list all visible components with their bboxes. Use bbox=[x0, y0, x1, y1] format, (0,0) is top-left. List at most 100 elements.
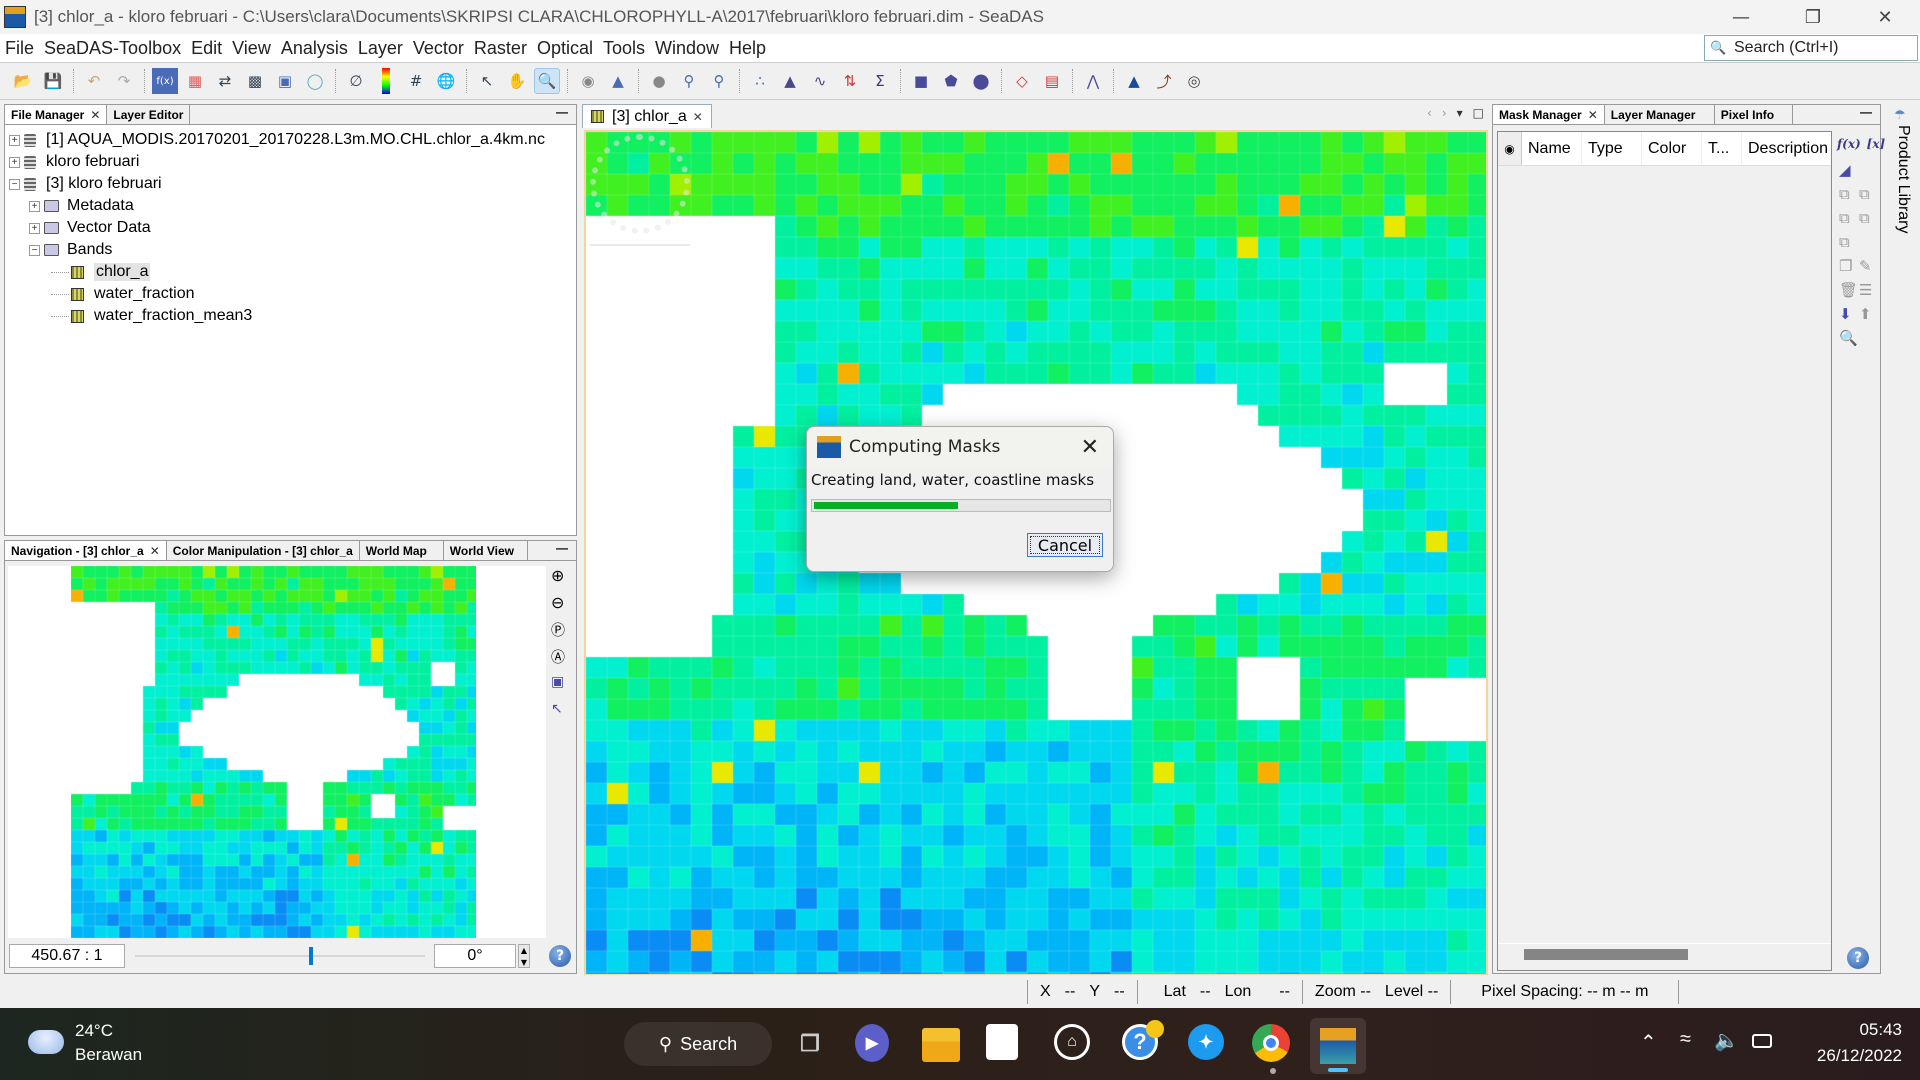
open-product-icon[interactable]: 📂 bbox=[10, 68, 36, 94]
coastline-icon[interactable]: ⤴ bbox=[1151, 68, 1177, 94]
menu-help[interactable]: Help bbox=[724, 38, 771, 59]
taskbar-search-button[interactable]: ⚲ Search bbox=[624, 1022, 772, 1066]
delete-mask-icon[interactable]: 🗑 bbox=[1839, 281, 1859, 299]
tab-chlor-a-view[interactable]: [3] chlor_a ✕ bbox=[582, 104, 712, 128]
batch-processing-icon[interactable]: ▤ bbox=[1039, 68, 1065, 94]
grid-icon[interactable]: # bbox=[403, 68, 429, 94]
seadas-taskbar-button[interactable] bbox=[1310, 1018, 1366, 1074]
undo-icon[interactable]: ↶ bbox=[81, 68, 107, 94]
battery-icon[interactable] bbox=[1752, 1034, 1772, 1048]
column-color[interactable]: Color bbox=[1642, 132, 1702, 165]
zoom-slider-thumb[interactable] bbox=[309, 947, 313, 965]
import-mask-icon[interactable]: ⬇ bbox=[1839, 305, 1859, 323]
menu-tools[interactable]: Tools bbox=[598, 38, 650, 59]
close-tab-icon[interactable]: ✕ bbox=[150, 544, 160, 558]
gcp-tool-icon[interactable]: ● bbox=[646, 68, 672, 94]
invert-mask-icon[interactable]: ⧉ bbox=[1839, 233, 1859, 251]
world-globe-icon[interactable]: 🌐 bbox=[433, 68, 459, 94]
app-shield-icon[interactable]: ⌂ bbox=[1054, 1024, 1090, 1060]
band-maths-icon[interactable]: f(x) bbox=[152, 68, 178, 94]
tab-navigation[interactable]: Navigation - [3] chlor_a ✕ bbox=[5, 541, 167, 560]
close-tab-icon[interactable]: ✕ bbox=[1588, 108, 1598, 122]
zoom-meetings-icon[interactable]: ▶ bbox=[855, 1024, 889, 1062]
scroll-right-icon[interactable]: › bbox=[1442, 106, 1447, 120]
navigation-compass-overlay[interactable] bbox=[590, 134, 690, 234]
graticule-icon[interactable]: ◯ bbox=[302, 68, 328, 94]
select-tool-icon[interactable]: ↖ bbox=[474, 68, 500, 94]
statistics-icon[interactable]: Σ bbox=[867, 68, 893, 94]
tree-item-band[interactable]: water_fraction bbox=[5, 283, 576, 305]
navigation-thumbnail[interactable] bbox=[71, 566, 476, 938]
magic-wand-icon[interactable]: ⚲ bbox=[706, 68, 732, 94]
tree-item-band[interactable]: chlor_a bbox=[5, 261, 576, 283]
clock-time[interactable]: 05:43 bbox=[1800, 1020, 1902, 1040]
navigation-overview[interactable] bbox=[8, 566, 546, 938]
tree-item-product[interactable]: + kloro februari bbox=[5, 151, 576, 173]
expand-icon[interactable]: + bbox=[29, 200, 40, 212]
subset-icon[interactable]: ▩ bbox=[242, 68, 268, 94]
zoom-in-icon[interactable]: ⊕ bbox=[551, 566, 575, 593]
correlative-plot-icon[interactable]: ⇅ bbox=[837, 68, 863, 94]
range-mask-button[interactable]: [x] bbox=[1867, 137, 1886, 151]
tab-layer-editor[interactable]: Layer Editor bbox=[107, 105, 191, 124]
expand-icon[interactable]: + bbox=[9, 156, 20, 168]
copy-mask-icon[interactable]: ❐ bbox=[1839, 257, 1859, 275]
transfer-mask-icon[interactable]: ☰ bbox=[1859, 281, 1879, 299]
windows-start-icon[interactable] bbox=[565, 1026, 601, 1062]
visibility-eye-icon[interactable]: ◉ bbox=[1498, 132, 1522, 165]
tab-mask-manager[interactable]: Mask Manager ✕ bbox=[1493, 105, 1605, 124]
menu-file[interactable]: File bbox=[0, 38, 39, 59]
zoom-slider-track[interactable] bbox=[135, 955, 425, 957]
menu-raster[interactable]: Raster bbox=[469, 38, 532, 59]
tree-item-vector-data[interactable]: + Vector Data bbox=[5, 217, 576, 239]
export-mask-icon[interactable]: ⬆ bbox=[1859, 305, 1879, 323]
zoom-all-icon[interactable]: Ⓐ bbox=[551, 647, 575, 674]
weather-desc[interactable]: Berawan bbox=[75, 1045, 142, 1065]
tab-pixel-info[interactable]: Pixel Info bbox=[1715, 105, 1793, 124]
zoom-scale-field[interactable]: 450.67 : 1 bbox=[9, 944, 125, 968]
volume-icon[interactable]: 🔈 bbox=[1714, 1028, 1739, 1053]
help-icon[interactable]: ? bbox=[549, 945, 571, 967]
scroll-left-icon[interactable]: ‹ bbox=[1427, 106, 1432, 120]
tab-layer-manager[interactable]: Layer Manager bbox=[1605, 105, 1715, 124]
color-legend-icon[interactable] bbox=[382, 68, 390, 94]
redo-icon[interactable]: ↷ bbox=[111, 68, 137, 94]
menu-analysis[interactable]: Analysis bbox=[276, 38, 353, 59]
spectrum-icon[interactable]: ⋀ bbox=[1080, 68, 1106, 94]
menu-view[interactable]: View bbox=[227, 38, 276, 59]
product-library-rail[interactable]: ☂ Product Library bbox=[1894, 108, 1918, 248]
close-window-button[interactable]: ✕ bbox=[1856, 0, 1914, 34]
graph-builder-icon[interactable]: ◇ bbox=[1009, 68, 1035, 94]
close-tab-icon[interactable]: ✕ bbox=[693, 110, 703, 124]
save-product-icon[interactable]: 💾 bbox=[40, 68, 66, 94]
cancel-button[interactable]: Cancel bbox=[1027, 533, 1103, 557]
tab-file-manager[interactable]: File Manager ✕ bbox=[5, 105, 108, 124]
pin-tool-icon[interactable]: ◉ bbox=[575, 68, 601, 94]
tab-world-map[interactable]: World Map bbox=[360, 541, 444, 560]
new-vector-mask-icon[interactable]: ◢ bbox=[1839, 161, 1859, 179]
column-type[interactable]: Type bbox=[1582, 132, 1642, 165]
task-view-icon[interactable]: ❐ bbox=[790, 1024, 830, 1064]
no-data-icon[interactable]: ∅ bbox=[343, 68, 369, 94]
sync-cursor-icon[interactable]: ↖ bbox=[551, 701, 575, 728]
pan-tool-icon[interactable]: ✋ bbox=[504, 68, 530, 94]
pin-manager-icon[interactable]: ▲ bbox=[605, 68, 631, 94]
land-mask-icon[interactable]: ▲ bbox=[1121, 68, 1147, 94]
reprojection-icon[interactable]: ⇄ bbox=[212, 68, 238, 94]
mosaic-icon[interactable]: ▣ bbox=[272, 68, 298, 94]
collapse-icon[interactable]: − bbox=[9, 178, 20, 190]
overlay-zoom-slider[interactable] bbox=[590, 244, 690, 246]
contour-icon[interactable]: ◎ bbox=[1181, 68, 1207, 94]
rectangle-draw-icon[interactable]: ■ bbox=[908, 68, 934, 94]
menu-edit[interactable]: Edit bbox=[186, 38, 227, 59]
subtract-mask-icon[interactable]: ⧉ bbox=[1839, 209, 1859, 227]
column-transparency[interactable]: T... bbox=[1702, 132, 1742, 165]
tree-item-band[interactable]: water_fraction_mean3 bbox=[5, 305, 576, 327]
sync-views-icon[interactable]: ▣ bbox=[551, 674, 575, 701]
menu-vector[interactable]: Vector bbox=[408, 38, 469, 59]
expand-icon[interactable]: + bbox=[9, 134, 20, 146]
range-finder-icon[interactable]: ⚲ bbox=[676, 68, 702, 94]
xor-mask-icon[interactable]: ⧉ bbox=[1859, 209, 1879, 227]
menu-seadas-toolbox[interactable]: SeaDAS-Toolbox bbox=[39, 38, 186, 59]
show-hidden-icons-button[interactable]: ⌃ bbox=[1640, 1030, 1657, 1055]
